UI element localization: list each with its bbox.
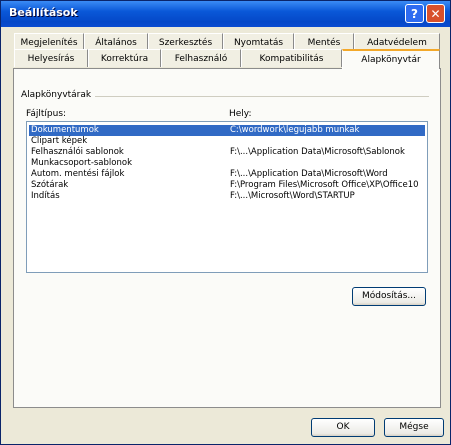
column-header-location: Hely: [229,109,252,119]
tab-alapkonyvtar[interactable]: Alapkönyvtár [342,49,440,69]
tab-korrektura[interactable]: Korrektúra [88,49,161,67]
list-item[interactable]: Autom. mentési fájlok F:\...\Application… [29,169,425,180]
window-title: Beállítások [9,6,78,19]
file-locations-list[interactable]: Dokumentumok C:\wordwork\legujabb munkak… [26,121,428,273]
list-item[interactable]: Felhasználói sablonok F:\...\Application… [29,147,425,158]
group-label: Alapkönyvtárak [21,90,96,100]
tab-felhasznalo[interactable]: Felhasználó [161,49,241,67]
close-icon: ✕ [430,7,441,21]
list-item[interactable]: Indítás F:\...\Microsoft\Word\STARTUP [29,191,425,202]
list-item[interactable]: Clipart képek [29,136,425,147]
title-bar[interactable]: Beállítások ? ✕ [1,1,450,27]
list-item[interactable]: Szótárak F:\Program Files\Microsoft Offi… [29,180,425,191]
help-icon: ? [411,7,418,21]
list-item[interactable]: Munkacsoport-sablonok [29,158,425,169]
column-header-type: Fájltípus: [26,109,67,119]
modify-button[interactable]: Módosítás... [352,287,426,306]
tab-helyesiras[interactable]: Helyesírás [14,49,88,67]
help-button[interactable]: ? [405,4,424,23]
ok-button[interactable]: OK [311,418,375,437]
cancel-button[interactable]: Mégse [384,418,444,437]
close-button[interactable]: ✕ [426,4,445,23]
tab-kompatibilitas[interactable]: Kompatibilitás [241,49,342,67]
list-item[interactable]: Dokumentumok C:\wordwork\legujabb munkak [29,125,425,136]
options-dialog: Beállítások ? ✕ Megjelenítés Általános S… [0,0,451,445]
group-divider [73,96,429,97]
